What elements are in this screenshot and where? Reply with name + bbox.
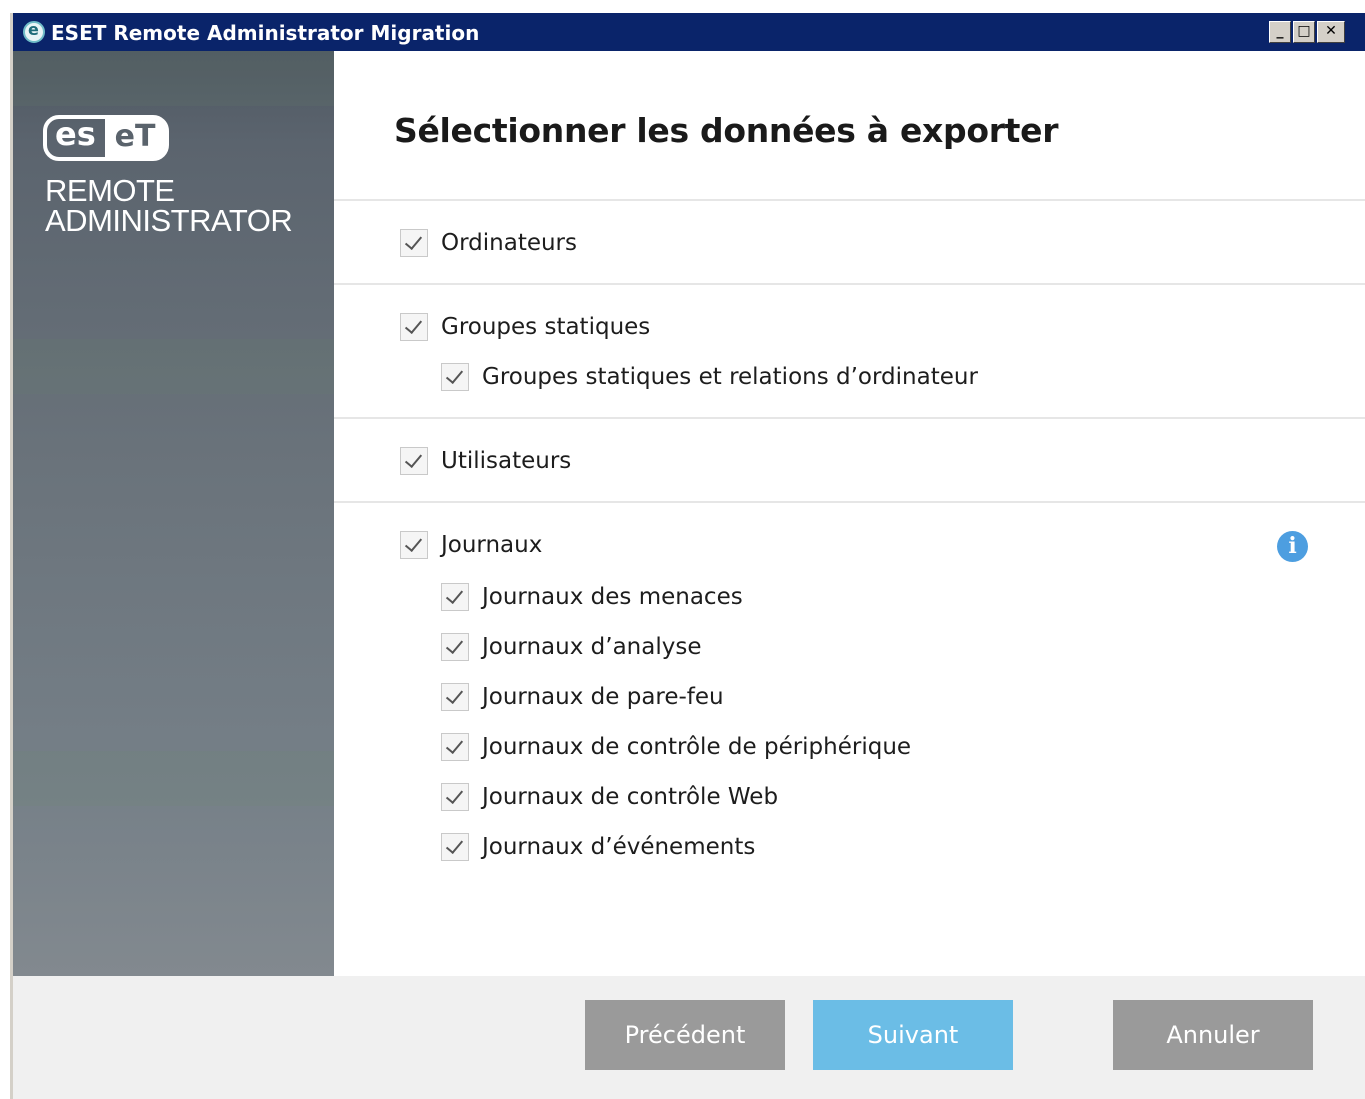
option-label: Journaux d’événements <box>482 834 756 860</box>
option-label: Journaux d’analyse <box>482 634 702 660</box>
migration-window: ESET Remote Administrator Migration _ □ … <box>10 13 1365 1099</box>
eset-app-icon <box>23 20 45 43</box>
checkbox-journaux[interactable] <box>400 531 428 559</box>
window-title: ESET Remote Administrator Migration <box>51 21 480 45</box>
eset-logo-right: eT <box>105 119 165 157</box>
eset-logo: es eT <box>43 115 169 161</box>
checkbox-journaux-menaces[interactable] <box>441 583 469 611</box>
eset-logo-left: es <box>55 115 96 153</box>
option-journaux-web[interactable]: Journaux de contrôle Web <box>441 780 778 814</box>
close-button[interactable]: ✕ <box>1317 21 1345 43</box>
option-journaux-peripherique[interactable]: Journaux de contrôle de périphérique <box>441 730 911 764</box>
option-label: Utilisateurs <box>441 448 572 474</box>
checkbox-journaux-evenements[interactable] <box>441 833 469 861</box>
option-label: Journaux des menaces <box>482 584 743 610</box>
option-journaux-analyse[interactable]: Journaux d’analyse <box>441 630 701 664</box>
page-title: Sélectionner les données à exporter <box>394 111 1059 150</box>
option-label: Journaux de contrôle Web <box>482 784 779 810</box>
sidebar-band <box>13 51 334 106</box>
checkbox-ordinateurs[interactable] <box>400 229 428 257</box>
sidebar-band <box>13 751 334 806</box>
previous-button[interactable]: Précédent <box>585 1000 785 1070</box>
checkbox-groupes-statiques[interactable] <box>400 313 428 341</box>
info-icon[interactable]: i <box>1277 531 1308 562</box>
option-label: Journaux de pare-feu <box>482 684 724 710</box>
option-label: Journaux <box>441 532 543 558</box>
option-utilisateurs[interactable]: Utilisateurs <box>400 444 571 478</box>
minimize-button[interactable]: _ <box>1269 21 1291 43</box>
divider <box>334 417 1365 419</box>
option-label: Journaux de contrôle de périphérique <box>482 734 912 760</box>
title-bar[interactable]: ESET Remote Administrator Migration _ □ … <box>13 13 1365 51</box>
option-groupes-relations[interactable]: Groupes statiques et relations d’ordinat… <box>441 360 978 394</box>
checkbox-journaux-analyse[interactable] <box>441 633 469 661</box>
product-name-line2: ADMINISTRATOR <box>45 203 293 238</box>
sidebar-band <box>13 339 334 394</box>
maximize-button[interactable]: □ <box>1293 21 1315 43</box>
option-label: Groupes statiques et relations d’ordinat… <box>482 364 978 390</box>
option-label: Ordinateurs <box>441 230 578 256</box>
checkbox-journaux-peripherique[interactable] <box>441 733 469 761</box>
divider <box>334 199 1365 201</box>
sidebar: es eT REMOTE ADMINISTRATOR <box>13 51 334 976</box>
divider <box>334 501 1365 503</box>
option-journaux[interactable]: Journaux <box>400 528 542 562</box>
option-label: Groupes statiques <box>441 314 651 340</box>
option-journaux-parefeu[interactable]: Journaux de pare-feu <box>441 680 724 714</box>
option-journaux-menaces[interactable]: Journaux des menaces <box>441 580 743 614</box>
divider <box>334 283 1365 285</box>
button-bar: Précédent Suivant Annuler <box>13 976 1365 1099</box>
option-journaux-evenements[interactable]: Journaux d’événements <box>441 830 755 864</box>
cancel-button[interactable]: Annuler <box>1113 1000 1313 1070</box>
checkbox-utilisateurs[interactable] <box>400 447 428 475</box>
option-ordinateurs[interactable]: Ordinateurs <box>400 226 577 260</box>
option-groupes-statiques[interactable]: Groupes statiques <box>400 310 650 344</box>
checkbox-groupes-relations[interactable] <box>441 363 469 391</box>
main-panel: Sélectionner les données à exporter Ordi… <box>334 51 1365 976</box>
checkbox-journaux-parefeu[interactable] <box>441 683 469 711</box>
next-button[interactable]: Suivant <box>813 1000 1013 1070</box>
checkbox-journaux-web[interactable] <box>441 783 469 811</box>
